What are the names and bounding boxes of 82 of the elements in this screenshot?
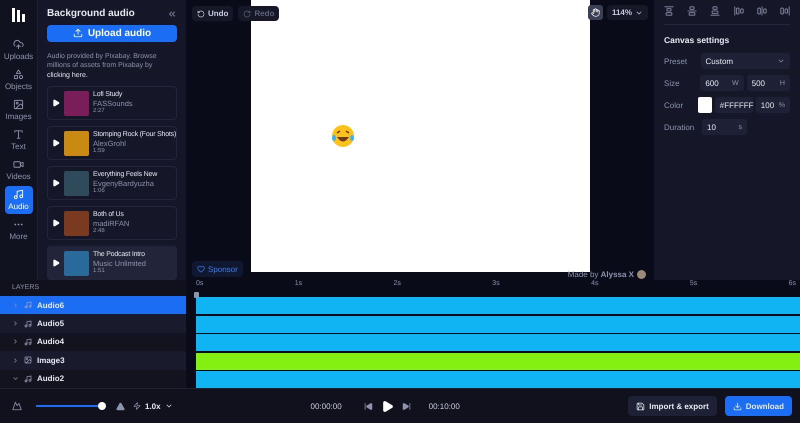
upload-icon [72,28,83,38]
layer-clip[interactable] [196,370,800,388]
play-icon[interactable] [380,400,394,412]
layer-row[interactable]: Audio5 [0,314,186,333]
avatar [637,270,646,279]
sidebar-item[interactable]: More [4,216,32,244]
field-label: Size [664,78,681,88]
align-icon[interactable] [687,6,698,16]
play-icon[interactable] [52,179,60,187]
settings-title: Canvas settings [664,35,730,45]
audio-icon [24,301,32,310]
audio-icon [24,320,32,328]
sidebar-item[interactable]: Text [4,126,32,154]
lightning-icon [133,402,141,410]
align-icon[interactable] [756,6,767,16]
objects-icon [13,69,24,80]
undo-icon [197,10,205,18]
expand-icon[interactable] [12,320,19,328]
import-export-button[interactable]: Import & export [628,396,717,416]
layer-clip[interactable] [196,352,800,370]
layer-clip[interactable] [196,334,800,352]
total-time: 00:10:00 [428,402,460,410]
sidebar-item[interactable]: Audio [4,186,32,214]
play-icon[interactable] [52,139,60,147]
layer-row[interactable]: Audio6 [0,296,186,314]
videos-icon [13,159,24,170]
layer-row[interactable]: Audio2 [0,370,186,388]
field-label: Duration [664,122,696,132]
upload-audio-button[interactable]: Upload audio [47,25,177,42]
hand-icon[interactable] [588,5,603,20]
sponsor-button[interactable]: Sponsor [192,261,243,277]
panel-title: Background audio [47,8,135,19]
zoom-out-icon[interactable] [12,401,22,411]
play-icon[interactable] [52,99,60,107]
align-icon[interactable] [710,6,720,16]
chevron-down-icon [777,57,785,65]
layer-row[interactable]: Image3 [0,351,186,370]
collapse-icon[interactable] [167,8,177,18]
slider-thumb[interactable] [98,402,106,410]
play-icon[interactable] [52,219,60,227]
skip-back-icon[interactable] [364,402,373,410]
audio-icon [24,338,32,346]
layer-row[interactable]: Audio4 [0,332,186,352]
sidebar-item[interactable]: Objects [4,66,32,94]
zoom-dropdown[interactable]: 114% [606,5,648,20]
play-icon[interactable] [52,259,60,267]
field-label: Color [664,100,684,110]
preset-dropdown[interactable]: Custom [700,53,790,69]
uploads-icon [13,39,24,50]
sidebar-item[interactable]: Uploads [4,36,32,64]
credit-text: Made by Alyssa X [568,270,634,279]
sidebar-item[interactable]: Videos [4,156,32,184]
laughing-face-icon [330,124,354,148]
align-icon[interactable] [664,6,674,16]
redo-icon [243,10,252,18]
expand-icon[interactable] [12,338,19,346]
text-icon [13,129,24,140]
image-icon [24,356,32,364]
download-icon [732,402,742,410]
download-button[interactable]: Download [724,396,792,416]
layer-clip[interactable] [196,297,800,314]
current-time: 00:00:00 [310,402,342,410]
audio-icon [13,189,24,200]
color-swatch[interactable] [698,97,712,113]
expand-icon[interactable] [12,356,19,364]
chevron-down-icon [164,402,173,410]
color-field[interactable]: #FFFFFF [714,97,753,113]
images-icon [13,99,24,110]
heart-icon [197,265,205,273]
sidebar-item[interactable]: Images [4,96,32,124]
zoom-in-icon[interactable] [116,402,125,410]
align-icon[interactable] [734,6,744,16]
expand-icon[interactable] [12,375,19,382]
align-icon[interactable] [780,6,790,16]
logo-icon [12,8,26,22]
speed-dropdown[interactable]: 1.0x [133,396,173,416]
undo-button[interactable]: Undo [192,6,234,21]
save-icon [636,402,646,410]
skip-forward-icon[interactable] [402,402,411,410]
field-label: Preset [664,56,688,66]
layer-clip[interactable] [196,316,800,333]
audio-icon [24,374,32,383]
